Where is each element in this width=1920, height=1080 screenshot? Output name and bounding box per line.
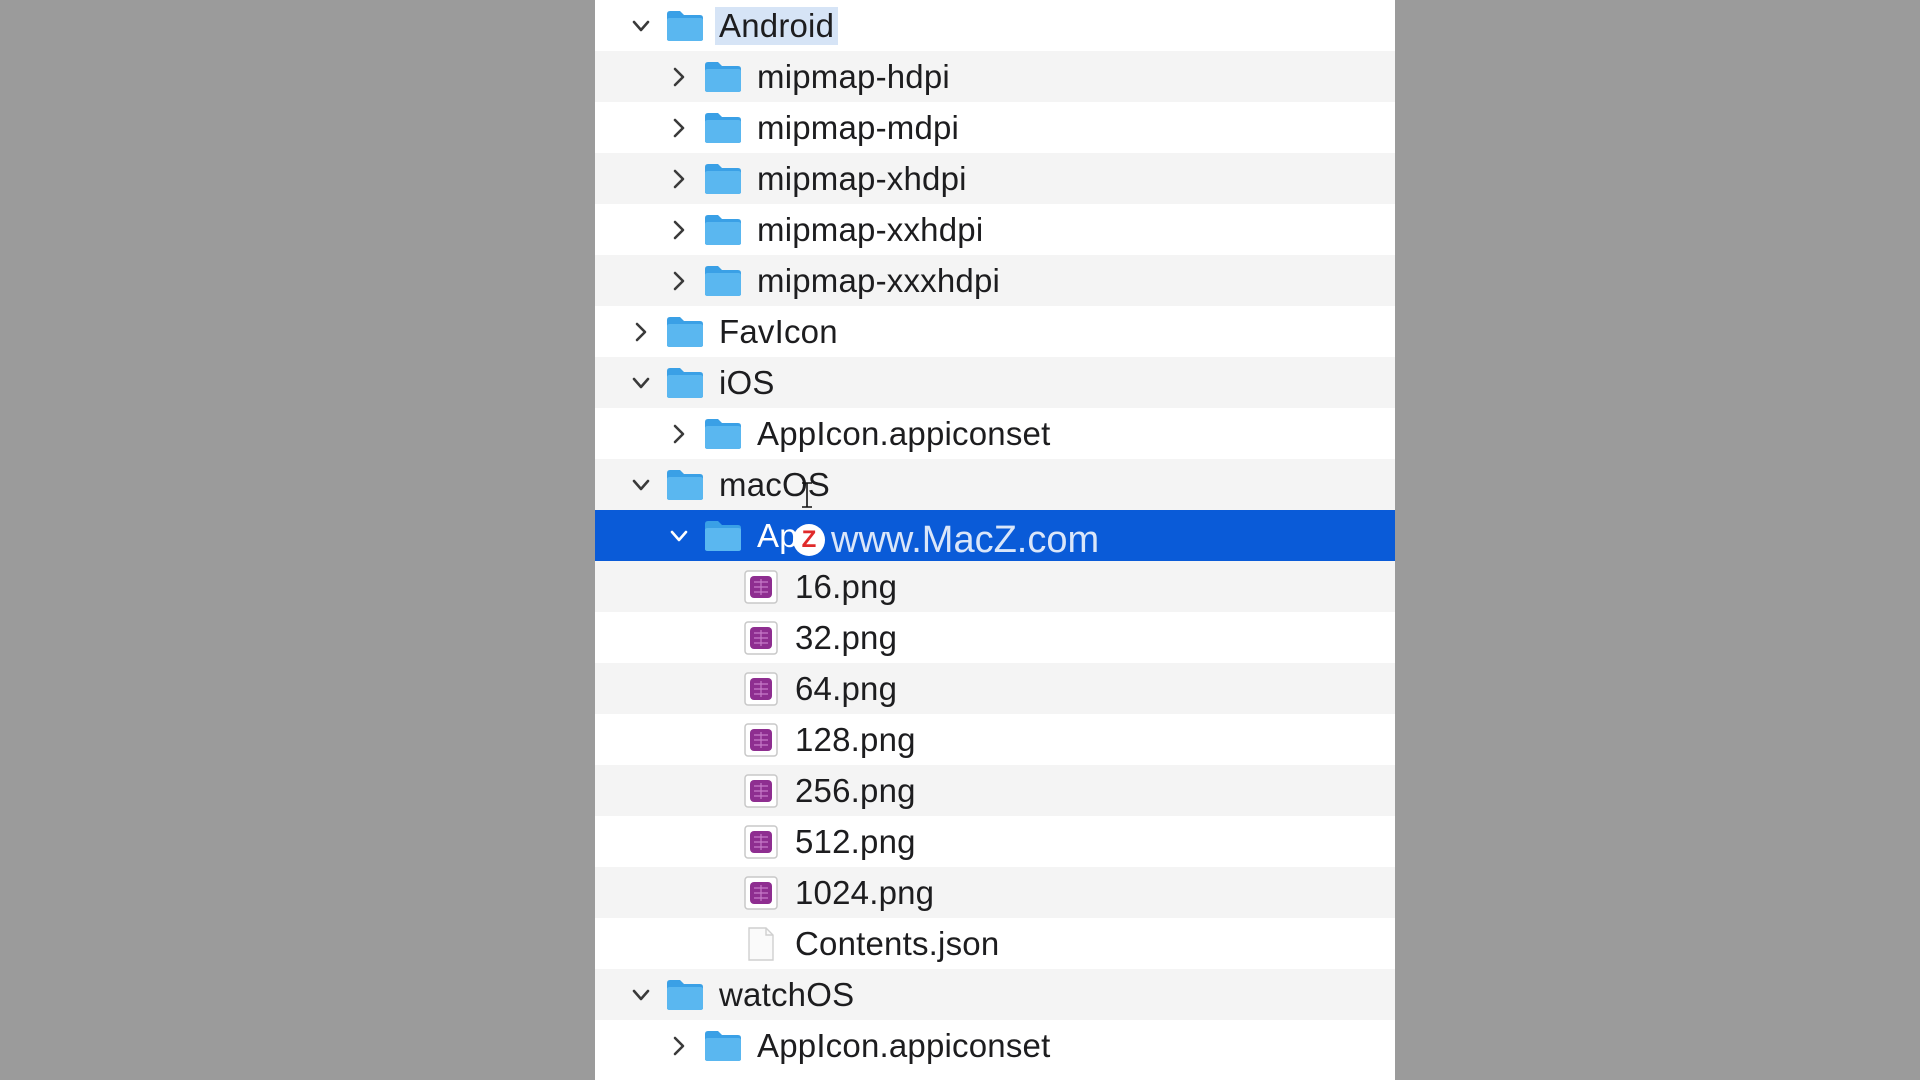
chevron-down-icon[interactable]: [627, 369, 655, 397]
tree-item-label: 256.png: [795, 771, 916, 809]
tree-row[interactable]: mipmap-xxhdpi: [595, 204, 1395, 255]
folder-icon: [665, 366, 705, 400]
tree-row[interactable]: AppIcon.appiconset: [595, 1020, 1395, 1071]
folder-icon: [665, 978, 705, 1012]
tree-item-label: watchOS: [719, 975, 855, 1013]
tree-row[interactable]: Ap: [595, 510, 1395, 561]
tree-item-label: Ap: [757, 516, 798, 554]
chevron-right-icon[interactable]: [665, 216, 693, 244]
folder-icon: [703, 519, 743, 553]
chevron-right-icon[interactable]: [665, 1032, 693, 1060]
chevron-right-icon[interactable]: [665, 165, 693, 193]
chevron-down-icon[interactable]: [665, 522, 693, 550]
chevron-right-icon[interactable]: [665, 420, 693, 448]
tree-row[interactable]: FavIcon: [595, 306, 1395, 357]
tree-item-label: iOS: [719, 363, 775, 401]
png-image-icon: [741, 569, 781, 604]
folder-icon: [703, 417, 743, 451]
png-image-icon: [741, 773, 781, 808]
tree-row[interactable]: 1024.png: [595, 867, 1395, 918]
png-image-icon: [741, 875, 781, 910]
folder-icon: [703, 60, 743, 94]
tree-item-label: Contents.json: [795, 924, 1000, 962]
tree-row[interactable]: 16.png: [595, 561, 1395, 612]
tree-item-label: 128.png: [795, 720, 916, 758]
chevron-right-icon[interactable]: [665, 114, 693, 142]
tree-row[interactable]: mipmap-mdpi: [595, 102, 1395, 153]
tree-item-label: Android: [715, 6, 839, 45]
tree-row[interactable]: mipmap-xxxhdpi: [595, 255, 1395, 306]
json-file-icon: [741, 926, 781, 961]
tree-row[interactable]: Contents.json: [595, 918, 1395, 969]
screen: Android mipmap-hdpi mipmap-mdpi mipmap-xhdp…: [0, 0, 1920, 1080]
tree-item-label: AppIcon.appiconset: [757, 1026, 1051, 1064]
tree-item-label: mipmap-xhdpi: [757, 159, 967, 197]
tree-row[interactable]: macOS: [595, 459, 1395, 510]
folder-icon: [703, 264, 743, 298]
tree-row[interactable]: 128.png: [595, 714, 1395, 765]
folder-icon: [703, 162, 743, 196]
folder-icon: [703, 111, 743, 145]
folder-icon: [665, 468, 705, 502]
tree-item-label: mipmap-mdpi: [757, 108, 960, 146]
png-image-icon: [741, 671, 781, 706]
png-image-icon: [741, 722, 781, 757]
png-image-icon: [741, 824, 781, 859]
tree-item-label: 1024.png: [795, 873, 935, 911]
tree-row[interactable]: 256.png: [595, 765, 1395, 816]
folder-icon: [703, 1029, 743, 1063]
chevron-down-icon[interactable]: [627, 981, 655, 1009]
tree-item-label: FavIcon: [719, 312, 838, 350]
tree-item-label: AppIcon.appiconset: [757, 414, 1051, 452]
tree-row[interactable]: mipmap-xhdpi: [595, 153, 1395, 204]
chevron-right-icon[interactable]: [627, 318, 655, 346]
folder-icon: [665, 9, 705, 43]
tree-item-label: 512.png: [795, 822, 916, 860]
folder-icon: [665, 315, 705, 349]
tree-row[interactable]: AppIcon.appiconset: [595, 408, 1395, 459]
tree-item-label: macOS: [719, 465, 831, 503]
tree-row[interactable]: 32.png: [595, 612, 1395, 663]
tree-row[interactable]: iOS: [595, 357, 1395, 408]
tree-row[interactable]: Android: [595, 0, 1395, 51]
chevron-down-icon[interactable]: [627, 471, 655, 499]
tree-item-label: mipmap-xxxhdpi: [757, 261, 1001, 299]
tree-row[interactable]: 512.png: [595, 816, 1395, 867]
chevron-right-icon[interactable]: [665, 63, 693, 91]
file-tree: Android mipmap-hdpi mipmap-mdpi mipmap-xhdp…: [595, 0, 1395, 1080]
tree-row[interactable]: 64.png: [595, 663, 1395, 714]
tree-row[interactable]: mipmap-hdpi: [595, 51, 1395, 102]
chevron-down-icon[interactable]: [627, 12, 655, 40]
tree-row[interactable]: watchOS: [595, 969, 1395, 1020]
tree-item-label: mipmap-xxhdpi: [757, 210, 984, 248]
png-image-icon: [741, 620, 781, 655]
chevron-right-icon[interactable]: [665, 267, 693, 295]
folder-icon: [703, 213, 743, 247]
tree-item-label: 64.png: [795, 669, 898, 707]
tree-item-label: mipmap-hdpi: [757, 57, 950, 95]
tree-item-label: 16.png: [795, 567, 898, 605]
tree-item-label: 32.png: [795, 618, 898, 656]
